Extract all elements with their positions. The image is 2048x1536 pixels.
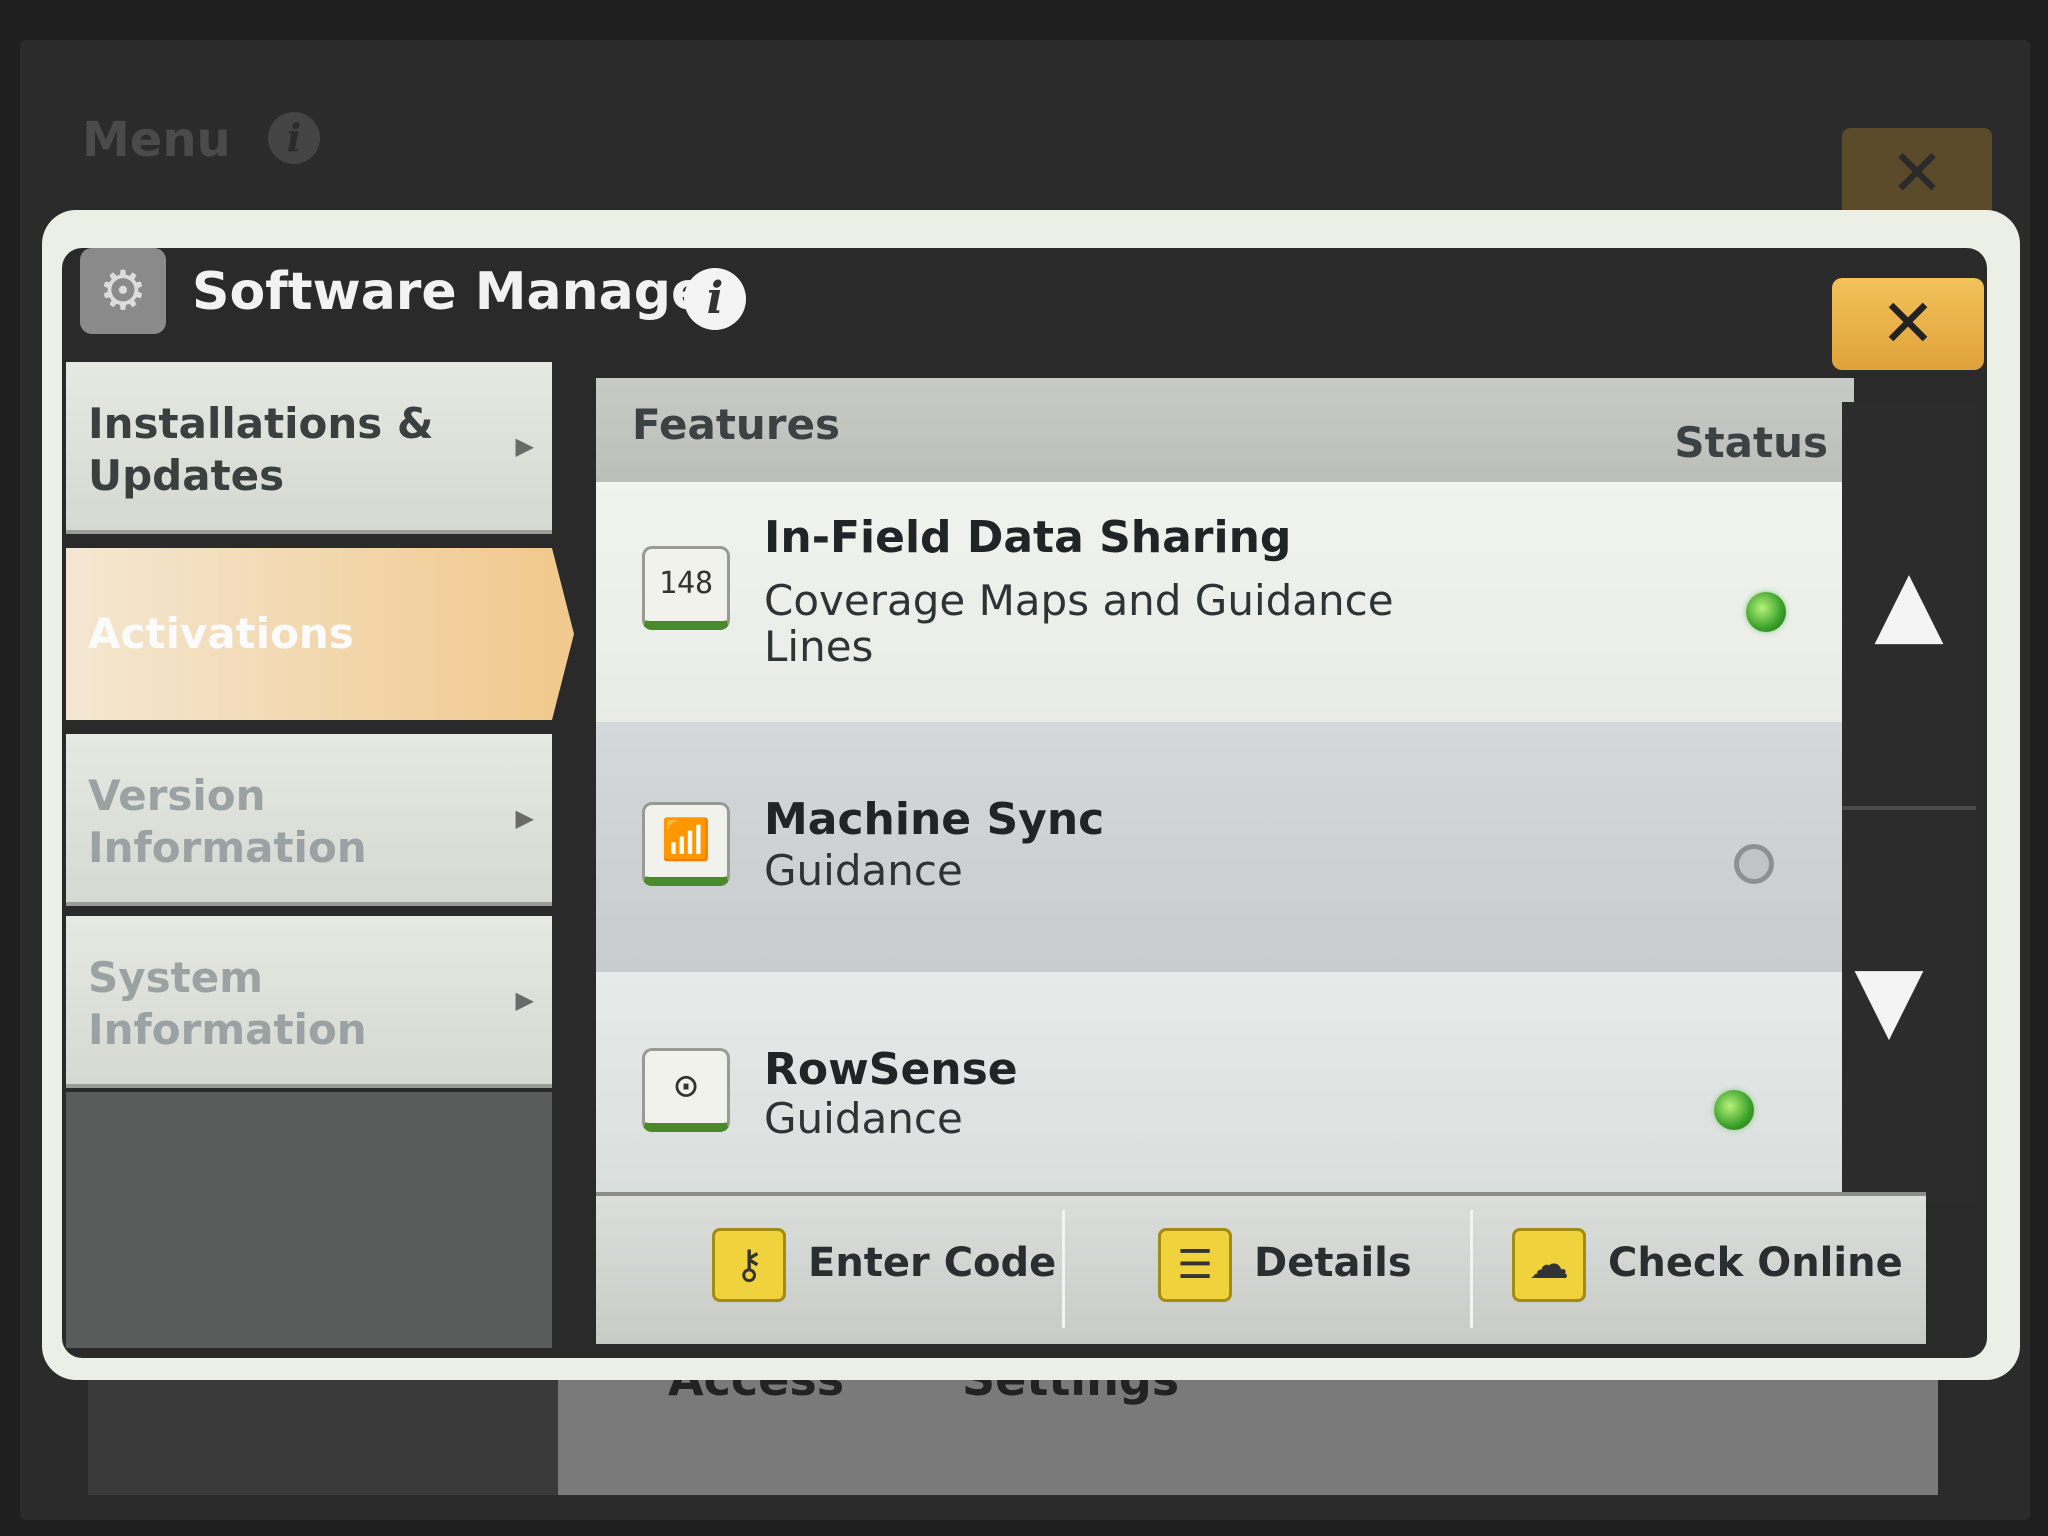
scroll-up-button[interactable]: ▲ <box>1842 550 1976 655</box>
feature-name: Machine Sync <box>764 794 1105 845</box>
toolbar-separator <box>1470 1210 1473 1328</box>
enter-code-label: Enter Code <box>808 1240 1057 1286</box>
sidebar-item-system-information[interactable]: System Information ▶ <box>66 916 552 1088</box>
chevron-right-icon: ▶ <box>515 432 534 460</box>
feature-description: Guidance <box>764 846 963 895</box>
feature-description: Coverage Maps and Guidance Lines <box>764 576 1394 671</box>
close-button[interactable]: ✕ <box>1832 278 1984 370</box>
chevron-right-icon: ▶ <box>515 986 534 1014</box>
feature-description: Guidance <box>764 1094 963 1143</box>
check-online-button[interactable]: ☁ Check Online <box>1512 1228 1903 1308</box>
dialog-title: Software Manager <box>192 262 732 322</box>
cloud-download-icon: ☁ <box>1512 1228 1586 1302</box>
scrollbar-divider <box>1842 806 1976 810</box>
sidebar-item-label: Version Information <box>88 771 367 872</box>
feature-name: RowSense <box>764 1044 1018 1095</box>
scroll-down-button[interactable]: ▼ <box>1822 946 1956 1051</box>
menu-title: Menu <box>82 112 231 168</box>
sidebar-item-label: Activations <box>88 609 354 658</box>
info-icon[interactable]: i <box>684 268 746 330</box>
sidebar-item-installations-updates[interactable]: Installations & Updates ▶ <box>66 362 552 534</box>
sidebar-empty-area <box>66 1092 552 1348</box>
counter-display-icon: 148 <box>642 546 730 630</box>
feature-row-in-field-data-sharing[interactable]: 148 In-Field Data Sharing Coverage Maps … <box>596 482 1854 722</box>
key-icon: ⚷ <box>712 1228 786 1302</box>
feature-name: In-Field Data Sharing <box>764 512 1292 563</box>
background-menu-left <box>88 1360 558 1495</box>
sidebar-item-label: System Information <box>88 953 367 1054</box>
software-manager-icon: ⚙ <box>80 248 166 334</box>
details-button[interactable]: ☰ Details <box>1158 1228 1412 1308</box>
sidebar-item-label: Installations & Updates <box>88 399 434 500</box>
menu-info-icon[interactable]: i <box>268 112 320 164</box>
feature-row-machine-sync[interactable]: 📶 Machine Sync Guidance <box>596 722 1854 972</box>
check-online-label: Check Online <box>1608 1240 1903 1286</box>
rowsense-icon: ⊙ <box>642 1048 730 1132</box>
sidebar-item-activations[interactable]: Activations <box>66 548 574 720</box>
features-column-header: Features <box>632 400 840 449</box>
details-label: Details <box>1254 1240 1412 1286</box>
chevron-right-icon: ▶ <box>515 804 534 832</box>
toolbar-separator <box>1062 1210 1065 1328</box>
feature-row-rowsense[interactable]: ⊙ RowSense Guidance <box>596 972 1854 1192</box>
document-icon: ☰ <box>1158 1228 1232 1302</box>
status-active-indicator <box>1714 1090 1754 1130</box>
sidebar-item-version-information[interactable]: Version Information ▶ <box>66 734 552 906</box>
machine-sync-icon: 📶 <box>642 802 730 886</box>
status-inactive-indicator <box>1734 844 1774 884</box>
scrollbar[interactable] <box>1842 402 1976 1202</box>
status-column-header: Status <box>1674 418 1828 467</box>
menu-close-button[interactable]: ✕ <box>1842 128 1992 220</box>
features-header: Features Status <box>596 378 1854 486</box>
enter-code-button[interactable]: ⚷ Enter Code <box>712 1228 1056 1308</box>
status-active-indicator <box>1746 592 1786 632</box>
